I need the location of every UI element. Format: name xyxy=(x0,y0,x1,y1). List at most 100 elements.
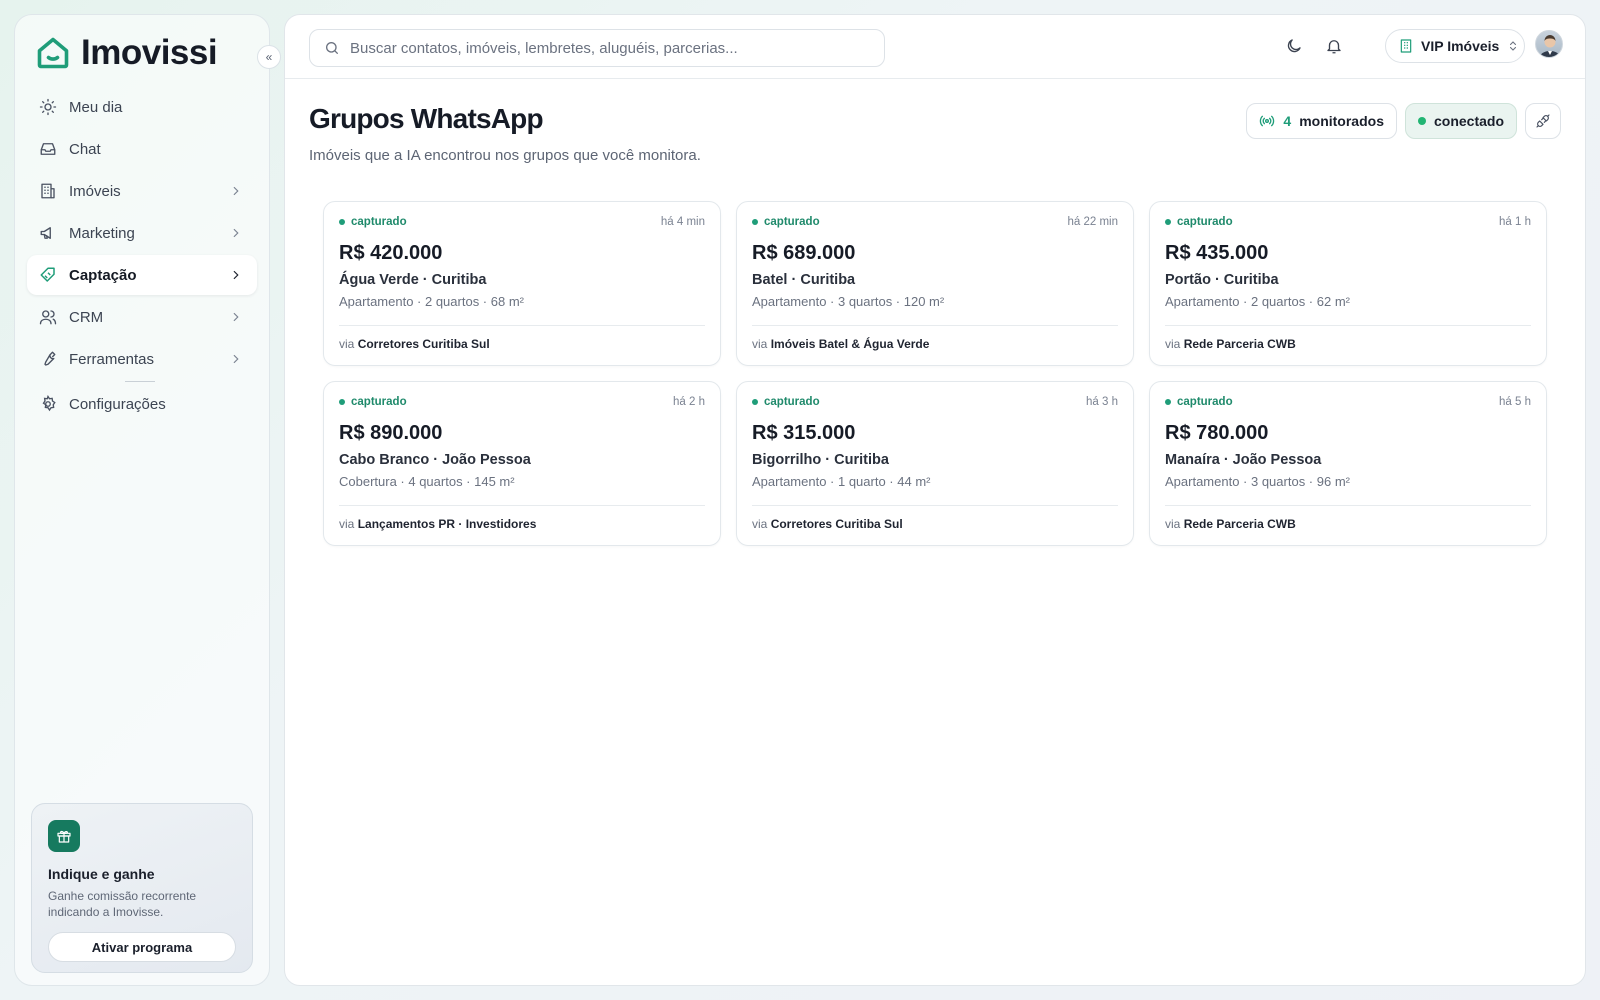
via-label: via xyxy=(339,337,355,351)
capture-status-label: capturado xyxy=(351,216,407,228)
referral-promo-card: Indique e ganhe Ganhe comissão recorrent… xyxy=(31,803,253,973)
capture-status: capturado xyxy=(752,396,820,408)
bell-icon[interactable] xyxy=(1325,37,1343,55)
sidebar-item-configuracoes[interactable]: Configurações xyxy=(27,384,257,424)
source-group[interactable]: Imóveis Batel & Água Verde xyxy=(771,337,930,351)
page-header: Grupos WhatsApp Imóveis que a IA encontr… xyxy=(309,103,701,164)
source-group[interactable]: Corretores Curitiba Sul xyxy=(771,517,903,531)
listing-card[interactable]: capturado há 2 h R$ 890.000 Cabo Branco … xyxy=(323,381,721,546)
sidebar-item-label: Chat xyxy=(69,140,101,158)
listing-price: R$ 689.000 xyxy=(752,242,856,264)
broadcast-icon xyxy=(1259,113,1275,129)
search-input[interactable] xyxy=(350,39,870,57)
sidebar-item-chat[interactable]: Chat xyxy=(27,129,257,169)
chevron-right-icon xyxy=(229,310,243,324)
monitored-label: monitorados xyxy=(1299,113,1384,129)
listing-location: Bigorrilho · Curitiba xyxy=(752,452,889,468)
listing-source: via Corretores Curitiba Sul xyxy=(752,505,1118,531)
captured-time: há 3 h xyxy=(1086,396,1118,408)
promo-title: Indique e ganhe xyxy=(48,866,155,882)
monitored-count: 4 xyxy=(1283,113,1292,129)
chevron-right-icon xyxy=(229,226,243,240)
listing-card[interactable]: capturado há 1 h R$ 435.000 Portão · Cur… xyxy=(1149,201,1547,366)
status-dot xyxy=(339,219,345,225)
captured-time: há 2 h xyxy=(673,396,705,408)
listing-location: Batel · Curitiba xyxy=(752,272,856,288)
sidebar-item-label: CRM xyxy=(69,308,104,326)
capture-status: capturado xyxy=(752,216,820,228)
sidebar-item-captacao[interactable]: Captação xyxy=(27,255,257,295)
via-label: via xyxy=(339,517,355,531)
listing-location: Portão · Curitiba xyxy=(1165,272,1279,288)
sidebar-item-marketing[interactable]: Marketing xyxy=(27,213,257,253)
listing-price: R$ 890.000 xyxy=(339,422,443,444)
listing-source: via Imóveis Batel & Água Verde xyxy=(752,325,1118,351)
listing-details: Apartamento · 3 quartos · 120 m² xyxy=(752,294,945,309)
tag-icon xyxy=(39,266,57,284)
listing-price: R$ 780.000 xyxy=(1165,422,1269,444)
source-group[interactable]: Lançamentos PR · Investidores xyxy=(358,517,537,531)
connection-status-badge[interactable]: conectado xyxy=(1404,103,1517,139)
sidebar-item-meu-dia[interactable]: Meu dia xyxy=(27,87,257,127)
sidebar-item-label: Meu dia xyxy=(69,98,123,116)
source-group[interactable]: Rede Parceria CWB xyxy=(1184,517,1296,531)
page-title: Grupos WhatsApp xyxy=(309,103,544,134)
listing-card[interactable]: capturado há 5 h R$ 780.000 Manaíra · Jo… xyxy=(1149,381,1547,546)
capture-status-label: capturado xyxy=(764,396,820,408)
sidebar: Imovissi « Meu dia Chat Imóveis Marketin… xyxy=(14,14,281,986)
user-avatar[interactable] xyxy=(1535,30,1563,58)
via-label: via xyxy=(1165,337,1181,351)
capture-status-label: capturado xyxy=(351,396,407,408)
users-icon xyxy=(39,308,57,326)
activate-program-button[interactable]: Ativar programa xyxy=(48,932,236,962)
listing-price: R$ 315.000 xyxy=(752,422,856,444)
main-panel: VIP Imóveis Grupos WhatsApp Imóveis que … xyxy=(284,14,1586,986)
chevron-right-icon xyxy=(229,268,243,282)
gift-icon xyxy=(48,820,80,852)
wrench-icon xyxy=(39,350,57,368)
capture-status: capturado xyxy=(1165,396,1233,408)
sidebar-item-crm[interactable]: CRM xyxy=(27,297,257,337)
status-dot xyxy=(752,399,758,405)
topbar: VIP Imóveis xyxy=(285,15,1585,79)
brand-name: Imovissi xyxy=(81,33,218,72)
capture-status-label: capturado xyxy=(1177,396,1233,408)
sidebar-item-imoveis[interactable]: Imóveis xyxy=(27,171,257,211)
via-label: via xyxy=(752,517,768,531)
logo[interactable]: Imovissi xyxy=(35,33,218,73)
organization-select[interactable]: VIP Imóveis xyxy=(1385,29,1525,63)
capture-status: capturado xyxy=(1165,216,1233,228)
source-group[interactable]: Rede Parceria CWB xyxy=(1184,337,1296,351)
chevron-right-icon xyxy=(229,184,243,198)
captured-time: há 4 min xyxy=(660,216,705,228)
inbox-icon xyxy=(39,140,57,158)
listing-source: via Lançamentos PR · Investidores xyxy=(339,505,705,531)
header-actions: 4 monitorados conectado xyxy=(1246,103,1561,139)
search-box[interactable] xyxy=(309,29,885,67)
collapse-sidebar-button[interactable]: « xyxy=(257,45,281,69)
sidebar-item-label: Imóveis xyxy=(69,182,121,200)
monitored-groups-button[interactable]: 4 monitorados xyxy=(1246,103,1397,139)
listing-details: Apartamento · 3 quartos · 96 m² xyxy=(1165,474,1350,489)
house-icon xyxy=(35,35,71,71)
disconnect-button[interactable] xyxy=(1525,103,1561,139)
source-group[interactable]: Corretores Curitiba Sul xyxy=(358,337,490,351)
listing-details: Apartamento · 2 quartos · 68 m² xyxy=(339,294,524,309)
capture-status-label: capturado xyxy=(764,216,820,228)
listing-source: via Rede Parceria CWB xyxy=(1165,505,1531,531)
megaphone-icon xyxy=(39,224,57,242)
via-label: via xyxy=(752,337,768,351)
listing-card[interactable]: capturado há 3 h R$ 315.000 Bigorrilho ·… xyxy=(736,381,1134,546)
connection-status-label: conectado xyxy=(1433,113,1504,129)
chevrons-left-icon: « xyxy=(265,50,273,64)
sun-icon xyxy=(39,98,57,116)
nav-divider xyxy=(125,381,155,382)
listing-price: R$ 435.000 xyxy=(1165,242,1269,264)
listing-location: Manaíra · João Pessoa xyxy=(1165,452,1322,468)
listing-card[interactable]: capturado há 4 min R$ 420.000 Água Verde… xyxy=(323,201,721,366)
promo-description: Ganhe comissão recorrente indicando a Im… xyxy=(48,889,197,919)
sidebar-item-ferramentas[interactable]: Ferramentas xyxy=(27,339,257,379)
listing-card[interactable]: capturado há 22 min R$ 689.000 Batel · C… xyxy=(736,201,1134,366)
captured-time: há 22 min xyxy=(1067,216,1118,228)
moon-icon[interactable] xyxy=(1285,37,1303,55)
